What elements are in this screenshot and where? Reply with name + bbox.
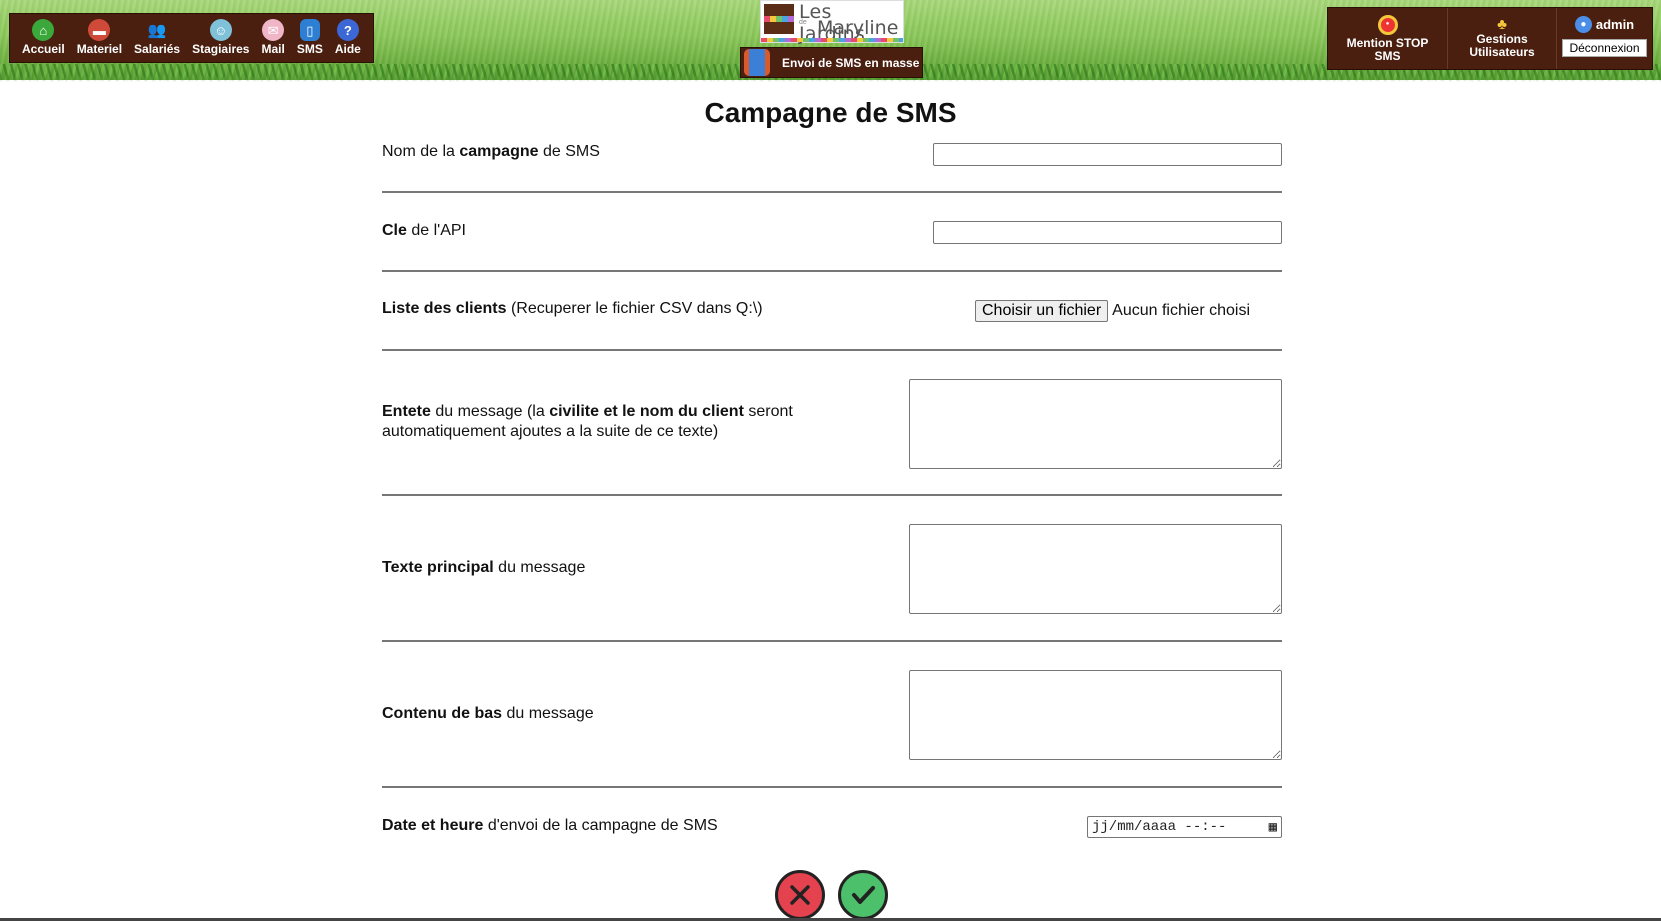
users-icon: 👥 bbox=[147, 21, 167, 39]
label-bold: Entete bbox=[382, 403, 431, 420]
file-status: Aucun fichier choisi bbox=[1112, 302, 1250, 319]
cancel-button[interactable] bbox=[775, 870, 825, 920]
label-bold: Texte principal bbox=[382, 559, 494, 576]
sms-mass-button[interactable]: Envoi de SMS en masse bbox=[740, 47, 923, 78]
nav-label: Stagiaires bbox=[192, 42, 250, 56]
nav-label: Salariés bbox=[134, 42, 181, 56]
site-logo[interactable]: Les Jardins de Maryline bbox=[760, 0, 904, 45]
nav-label: Accueil bbox=[22, 42, 65, 56]
divider bbox=[382, 640, 1282, 642]
sms-mass-label: Envoi de SMS en masse bbox=[782, 55, 920, 70]
phone-icon bbox=[744, 49, 770, 76]
label-text: de l'API bbox=[406, 222, 466, 239]
nav-label: Aide bbox=[334, 42, 361, 56]
footer-content-textarea[interactable] bbox=[909, 670, 1282, 760]
nav-item-stagiaires[interactable]: ☺ Stagiaires bbox=[192, 19, 249, 56]
phone-icon: ▯ bbox=[299, 19, 320, 41]
label-text: (Recuperer le fichier CSV dans Q:\) bbox=[506, 300, 763, 317]
close-icon bbox=[790, 885, 810, 905]
calendar-icon[interactable]: ▦ bbox=[1269, 819, 1277, 836]
label-text: de SMS bbox=[538, 143, 600, 160]
username: admin bbox=[1595, 17, 1635, 32]
intern-icon: ☺ bbox=[209, 19, 232, 41]
gestion-utilisateurs-button[interactable]: ♣ Gestions Utilisateurs bbox=[1448, 8, 1557, 69]
label-text: du message bbox=[493, 559, 586, 576]
label-text: du message bbox=[502, 705, 594, 722]
logo-text-small: de bbox=[799, 19, 807, 26]
send-datetime-input[interactable]: jj/mm/aaaa --:-- ▦ bbox=[1087, 816, 1282, 838]
user-info: ● admin bbox=[1574, 16, 1635, 33]
nav-item-accueil[interactable]: ⌂ Accueil bbox=[22, 19, 65, 56]
label-bold: Liste des clients bbox=[382, 300, 507, 317]
main-nav: ⌂ Accueil ▬ Materiel 👥 Salariés ☺ Stagia… bbox=[9, 13, 374, 63]
mail-icon: ✉ bbox=[262, 19, 285, 41]
home-icon: ⌂ bbox=[32, 19, 55, 41]
check-icon bbox=[852, 886, 875, 904]
logo-stripe bbox=[761, 38, 903, 42]
campaign-name-label: Nom de la campagne de SMS bbox=[382, 142, 600, 162]
nav-item-sms[interactable]: ▯ SMS bbox=[297, 19, 323, 56]
datetime-placeholder: jj/mm/aaaa --:-- bbox=[1092, 819, 1227, 835]
confirm-button[interactable] bbox=[838, 870, 888, 920]
nav-item-salaries[interactable]: 👥 Salariés bbox=[134, 19, 180, 56]
divider bbox=[382, 270, 1282, 272]
mention-stop-sms-button[interactable]: ● Mention STOP SMS bbox=[1328, 8, 1448, 69]
divider bbox=[382, 191, 1282, 193]
nav-label: SMS bbox=[296, 42, 323, 56]
label-bold: civilite et le nom du client bbox=[549, 403, 744, 420]
nav-item-mail[interactable]: ✉ Mail bbox=[261, 19, 285, 56]
footer-content-label: Contenu de bas du message bbox=[382, 704, 594, 724]
divider bbox=[382, 786, 1282, 788]
api-key-input[interactable] bbox=[933, 221, 1282, 244]
header-message-label: Entete du message (la civilite et le nom… bbox=[382, 402, 852, 442]
truck-icon: ▬ bbox=[88, 19, 111, 41]
file-picker: Choisir un fichier Aucun fichier choisi bbox=[975, 300, 1250, 322]
logo-image bbox=[764, 4, 794, 34]
users-group-icon: ♣ bbox=[1497, 16, 1507, 33]
nav-label: Materiel bbox=[76, 42, 123, 56]
label-bold: campagne bbox=[459, 143, 539, 160]
label-bold: Cle bbox=[382, 222, 407, 239]
admin-nav: ● Mention STOP SMS ♣ Gestions Utilisateu… bbox=[1327, 7, 1653, 70]
logout-button[interactable]: Déconnexion bbox=[1562, 39, 1647, 57]
user-panel: ● admin Déconnexion bbox=[1557, 8, 1652, 69]
main-text-textarea[interactable] bbox=[909, 524, 1282, 614]
client-list-label: Liste des clients (Recuperer le fichier … bbox=[382, 299, 763, 319]
users-label-2: Utilisateurs bbox=[1469, 45, 1535, 59]
label-text: Nom de la bbox=[382, 143, 460, 160]
stop-label-2: SMS bbox=[1374, 48, 1401, 63]
nav-label: Mail bbox=[261, 42, 285, 56]
label-text: du message (la bbox=[430, 403, 550, 420]
main-text-label: Texte principal du message bbox=[382, 558, 585, 578]
label-text: d'envoi de la campagne de SMS bbox=[483, 817, 718, 834]
send-datetime-label: Date et heure d'envoi de la campagne de … bbox=[382, 816, 718, 836]
nav-item-aide[interactable]: ? Aide bbox=[335, 19, 361, 56]
stop-icon: ● bbox=[1377, 14, 1398, 35]
api-key-label: Cle de l'API bbox=[382, 221, 466, 241]
campaign-name-input[interactable] bbox=[933, 143, 1282, 166]
user-avatar-icon: ● bbox=[1574, 16, 1592, 33]
label-bold: Date et heure bbox=[382, 817, 484, 834]
choose-file-button[interactable]: Choisir un fichier bbox=[975, 300, 1109, 322]
divider bbox=[382, 494, 1282, 496]
header-message-textarea[interactable] bbox=[909, 379, 1282, 469]
label-bold: Contenu de bas bbox=[382, 705, 503, 722]
stop-label-1: Mention STOP bbox=[1346, 35, 1429, 50]
nav-item-materiel[interactable]: ▬ Materiel bbox=[77, 19, 122, 56]
help-icon: ? bbox=[336, 19, 359, 41]
logo-text-line2: Maryline bbox=[817, 17, 899, 39]
divider bbox=[382, 349, 1282, 351]
page-title: Campagne de SMS bbox=[704, 97, 957, 128]
